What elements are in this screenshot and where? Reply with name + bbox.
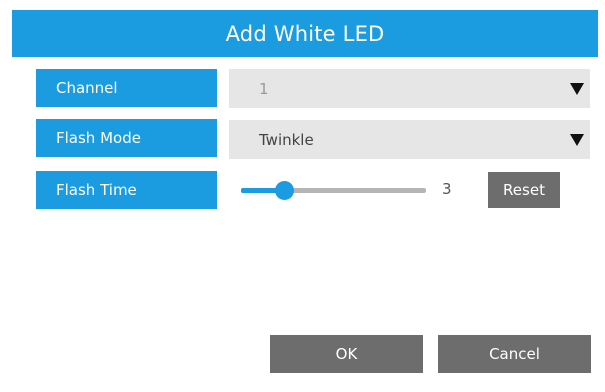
- channel-select-value: 1: [259, 79, 269, 98]
- caret-down-icon: [570, 83, 584, 95]
- flash-mode-select[interactable]: Twinkle: [229, 120, 590, 159]
- flash-time-slider-handle[interactable]: [275, 181, 294, 200]
- flash-time-value: 3: [442, 180, 452, 198]
- flash-mode-label: Flash Mode: [36, 119, 217, 157]
- flash-mode-select-value: Twinkle: [259, 130, 314, 149]
- flash-time-label: Flash Time: [36, 171, 217, 209]
- dialog-title: Add White LED: [225, 21, 385, 46]
- caret-down-icon: [570, 134, 584, 146]
- ok-button[interactable]: OK: [270, 335, 423, 373]
- flash-time-slider-track[interactable]: [241, 188, 426, 193]
- channel-label: Channel: [36, 69, 217, 107]
- reset-button[interactable]: Reset: [488, 172, 560, 208]
- dialog-title-bar: Add White LED: [12, 10, 598, 57]
- channel-select[interactable]: 1: [229, 69, 590, 108]
- cancel-button[interactable]: Cancel: [438, 335, 591, 373]
- add-white-led-dialog: Add White LED Channel 1 Flash Mode Twink…: [0, 0, 605, 392]
